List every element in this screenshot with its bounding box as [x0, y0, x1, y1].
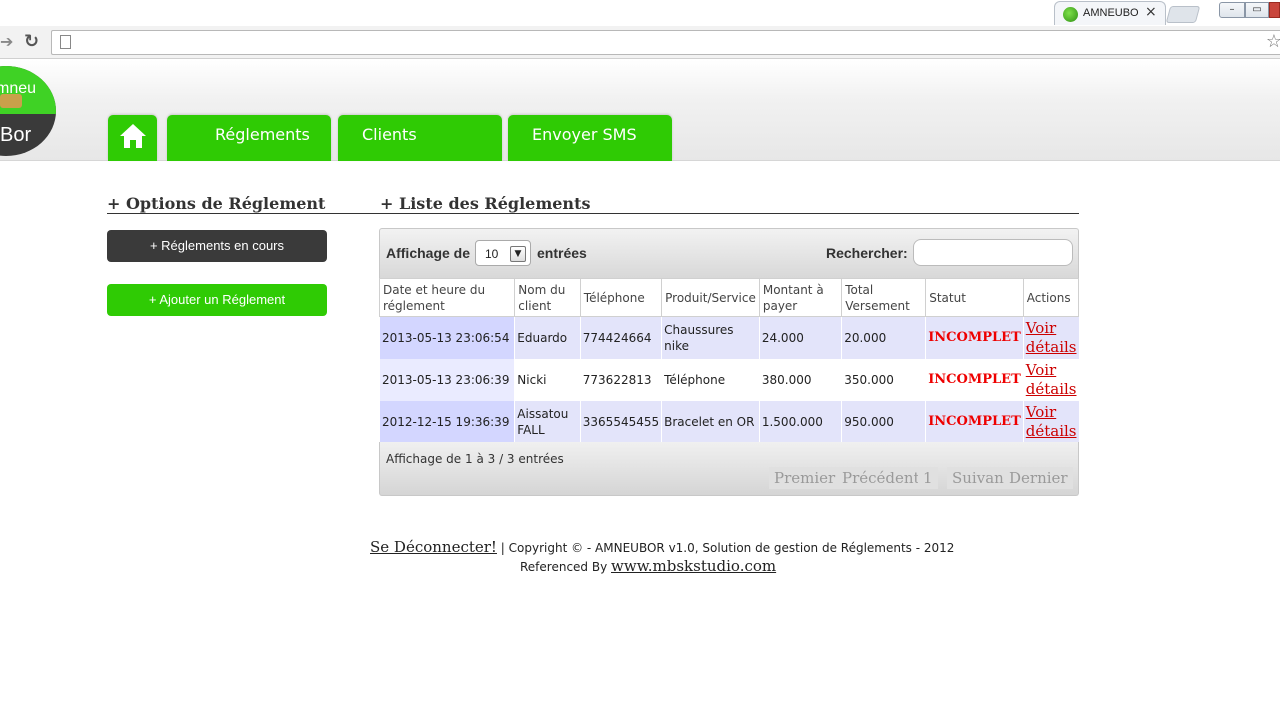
nav-sms[interactable]: Envoyer SMS: [508, 115, 672, 161]
bookmark-star-icon[interactable]: ☆: [1266, 31, 1280, 52]
logo[interactable]: mneu Bor: [0, 66, 56, 156]
cell-client: Eduardo: [514, 316, 581, 359]
search-input[interactable]: [913, 239, 1073, 266]
col-phone[interactable]: Téléphone: [579, 278, 663, 317]
search-label: Rechercher:: [826, 245, 908, 261]
home-icon: [120, 124, 146, 148]
new-tab-button[interactable]: [1165, 6, 1201, 23]
table-toolbar: Affichage de 10 ▼ entrées Rechercher:: [379, 228, 1079, 278]
cell-date: 2012-12-15 19:36:39: [378, 400, 515, 443]
cell-amount: 380.000: [758, 358, 842, 401]
cell-amount: 24.000: [758, 316, 842, 359]
table-header-row: Date et heure du réglement Nom du client…: [378, 278, 1080, 317]
favicon-icon: [1063, 7, 1078, 22]
options-title: + Options de Réglement: [107, 194, 326, 213]
nav-reglements-label: Réglements: [215, 125, 310, 144]
list-title: + Liste des Réglements: [380, 194, 591, 213]
col-paid[interactable]: Total Versement: [841, 278, 927, 317]
site-header: mneu Bor Réglements Clients Envoyer SMS: [0, 60, 1280, 161]
logout-link[interactable]: Se Déconnecter!: [370, 538, 497, 556]
cell-status: INCOMPLET: [925, 316, 1024, 359]
cell-date: 2013-05-13 23:06:54: [378, 316, 515, 359]
tab-title: AMNEUBOR: [1083, 7, 1139, 19]
cell-phone: 774424664: [579, 316, 662, 359]
length-value: 10: [485, 247, 499, 261]
col-date[interactable]: Date et heure du réglement: [378, 278, 516, 317]
cell-amount: 1.500.000: [758, 400, 842, 443]
pager-page[interactable]: 1: [918, 467, 938, 489]
nav-clients-label: Clients: [362, 125, 417, 144]
cell-phone: 773622813: [579, 358, 662, 401]
table-footer: Affichage de 1 à 3 / 3 entrées Premier P…: [379, 442, 1079, 496]
voir-details-link[interactable]: Voir détails: [1026, 403, 1077, 441]
length-prefix-label: Affichage de: [386, 245, 471, 261]
col-status[interactable]: Statut: [925, 278, 1024, 317]
cell-product: Chaussures nike: [661, 316, 760, 359]
pager-prev[interactable]: Précédent: [837, 467, 925, 489]
cell-paid: 350.000: [841, 358, 926, 401]
cell-action: Voir détails: [1022, 316, 1079, 359]
section-divider: [107, 213, 1079, 214]
table-row: 2013-05-13 23:06:54 Eduardo 774424664 Ch…: [378, 316, 1079, 359]
reload-icon[interactable]: ↻: [24, 31, 39, 52]
copyright-text: | Copyright © - AMNEUBOR v1.0, Solution …: [496, 541, 955, 555]
cell-product: Bracelet en OR: [661, 400, 760, 443]
nav-clients[interactable]: Clients: [338, 115, 502, 161]
cell-action: Voir détails: [1022, 400, 1079, 443]
minimize-button[interactable]: –: [1219, 2, 1245, 18]
dropdown-arrow-icon: ▼: [510, 246, 526, 262]
cell-action: Voir détails: [1022, 358, 1079, 401]
cell-paid: 950.000: [841, 400, 926, 443]
reglements-table: Date et heure du réglement Nom du client…: [378, 278, 1080, 443]
tab-close-icon[interactable]: ×: [1145, 4, 1157, 20]
col-actions[interactable]: Actions: [1022, 278, 1080, 317]
browser-tab[interactable]: AMNEUBOR ×: [1054, 1, 1166, 25]
maximize-button[interactable]: ▭: [1245, 2, 1269, 18]
length-select[interactable]: 10 ▼: [475, 240, 531, 266]
voir-details-link[interactable]: Voir détails: [1026, 361, 1077, 399]
cell-client: Aissatou FALL: [514, 400, 581, 443]
table-row: 2013-05-13 23:06:39 Nicki 773622813 Télé…: [378, 358, 1079, 401]
close-window-button[interactable]: [1269, 2, 1280, 18]
page-icon: [60, 35, 71, 49]
length-suffix-label: entrées: [537, 245, 587, 261]
cell-status: INCOMPLET: [925, 400, 1024, 443]
money-icon: [0, 94, 22, 108]
nav-reglements[interactable]: Réglements: [167, 115, 331, 161]
cell-product: Téléphone: [661, 358, 760, 401]
referenced-label: Referenced By: [520, 560, 612, 574]
reglements-en-cours-button[interactable]: + Réglements en cours: [107, 230, 327, 262]
cell-paid: 20.000: [841, 316, 926, 359]
cell-client: Nicki: [514, 358, 581, 401]
pager-first[interactable]: Premier: [769, 467, 841, 489]
col-product[interactable]: Produit/Service: [661, 278, 760, 317]
browser-titlebar: AMNEUBOR × – ▭: [0, 0, 1280, 26]
studio-link[interactable]: www.mbskstudio.com: [611, 557, 776, 575]
table-row: 2012-12-15 19:36:39 Aissatou FALL 336554…: [378, 400, 1079, 443]
table-info: Affichage de 1 à 3 / 3 entrées: [386, 452, 564, 466]
col-amount[interactable]: Montant à payer: [758, 278, 843, 317]
nav-home[interactable]: [108, 115, 157, 161]
logo-text-bottom: Bor: [0, 124, 32, 146]
ajouter-reglement-button[interactable]: + Ajouter un Réglement: [107, 284, 327, 316]
col-client[interactable]: Nom du client: [514, 278, 581, 317]
forward-icon[interactable]: ➔: [0, 32, 13, 51]
address-bar[interactable]: ☆: [51, 30, 1280, 55]
cell-status: INCOMPLET: [925, 358, 1024, 401]
voir-details-link[interactable]: Voir détails: [1026, 319, 1077, 357]
browser-toolbar: ➔ ↻ ☆: [0, 26, 1280, 59]
cell-date: 2013-05-13 23:06:39: [378, 358, 515, 401]
pager-last[interactable]: Dernier: [1004, 467, 1073, 489]
cell-phone: 3365545455: [579, 400, 662, 443]
nav-sms-label: Envoyer SMS: [532, 125, 637, 144]
